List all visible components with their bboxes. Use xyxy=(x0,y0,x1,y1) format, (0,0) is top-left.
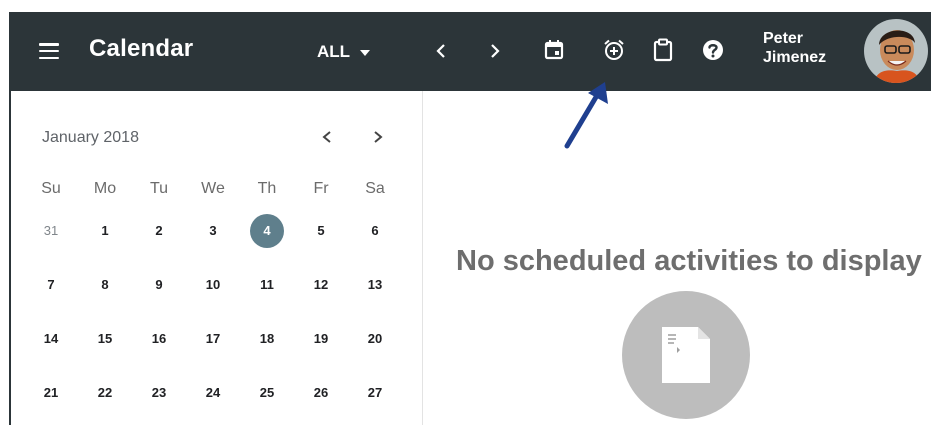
clipboard-icon xyxy=(653,38,673,62)
calendar-day[interactable]: 9 xyxy=(142,268,176,302)
calendar-day[interactable]: 2 xyxy=(142,214,176,248)
calendar-day[interactable]: 15 xyxy=(88,322,122,356)
app-bar: Calendar ALL Peter Jimenez xyxy=(11,12,931,91)
user-name[interactable]: Peter Jimenez xyxy=(763,29,826,67)
activity-pane: No scheduled activities to display xyxy=(424,91,931,425)
chevron-down-icon xyxy=(360,50,371,56)
calendar-day[interactable]: 24 xyxy=(196,376,230,410)
calendar-day[interactable]: 25 xyxy=(250,376,284,410)
tasks-button[interactable] xyxy=(650,37,676,63)
calendar-day[interactable]: 21 xyxy=(34,376,68,410)
calendar-day-selected[interactable]: 4 xyxy=(250,214,284,248)
user-first-name: Peter xyxy=(763,30,804,47)
calendar-today-icon xyxy=(544,40,564,60)
calendar-day[interactable]: 26 xyxy=(304,376,338,410)
document-icon xyxy=(662,327,710,383)
mini-calendar: January 2018 Su Mo Tu We Th Fr Sa 31 1 2… xyxy=(11,91,423,425)
calendar-day[interactable]: 17 xyxy=(196,322,230,356)
weekday-header: Sa xyxy=(365,180,385,197)
help-icon xyxy=(703,40,723,60)
calendar-day[interactable]: 8 xyxy=(88,268,122,302)
calendar-day[interactable]: 31 xyxy=(34,214,68,248)
user-photo xyxy=(864,19,928,83)
calendar-day[interactable]: 14 xyxy=(34,322,68,356)
weekday-header: Tu xyxy=(149,180,169,197)
chevron-right-icon xyxy=(374,131,383,143)
calendar-day[interactable]: 18 xyxy=(250,322,284,356)
avatar[interactable] xyxy=(864,19,928,83)
calendar-day[interactable]: 20 xyxy=(358,322,392,356)
alarm-add-icon xyxy=(604,39,624,60)
calendar-day[interactable]: 16 xyxy=(142,322,176,356)
empty-state-illustration xyxy=(622,291,750,419)
calendar-day[interactable]: 22 xyxy=(88,376,122,410)
weekday-header: Su xyxy=(41,180,61,197)
calendar-day[interactable]: 13 xyxy=(358,268,392,302)
calendar-day[interactable]: 10 xyxy=(196,268,230,302)
calendar-day[interactable]: 1 xyxy=(88,214,122,248)
weekday-header: Th xyxy=(257,180,277,197)
calendar-day[interactable]: 27 xyxy=(358,376,392,410)
calendar-day[interactable]: 11 xyxy=(250,268,284,302)
help-button[interactable] xyxy=(700,37,726,63)
weekday-header: Fr xyxy=(313,180,329,197)
calendar-day[interactable]: 23 xyxy=(142,376,176,410)
calendar-day[interactable]: 19 xyxy=(304,322,338,356)
chevron-left-icon xyxy=(322,131,331,143)
filter-selected-value: ALL xyxy=(317,42,351,61)
calendar-day[interactable]: 6 xyxy=(358,214,392,248)
calendar-day[interactable]: 7 xyxy=(34,268,68,302)
weekday-header: We xyxy=(201,180,225,197)
filter-dropdown[interactable]: ALL xyxy=(317,42,371,62)
menu-icon[interactable] xyxy=(39,43,59,60)
next-month-button[interactable] xyxy=(367,124,389,150)
month-label: January 2018 xyxy=(42,129,139,146)
calendar-day[interactable]: 5 xyxy=(304,214,338,248)
chevron-right-icon xyxy=(491,44,500,58)
calendar-day[interactable]: 12 xyxy=(304,268,338,302)
previous-period-button[interactable] xyxy=(429,38,453,64)
user-last-name: Jimenez xyxy=(763,49,827,66)
next-period-button[interactable] xyxy=(483,38,507,64)
window-frame xyxy=(0,12,11,425)
calendar-day[interactable]: 3 xyxy=(196,214,230,248)
today-button[interactable] xyxy=(541,37,567,63)
previous-month-button[interactable] xyxy=(316,124,338,150)
chevron-left-icon xyxy=(436,44,445,58)
empty-state-message: No scheduled activities to display xyxy=(456,245,922,277)
app-title: Calendar xyxy=(89,35,194,62)
weekday-header: Mo xyxy=(93,180,117,197)
add-reminder-button[interactable] xyxy=(601,37,627,63)
